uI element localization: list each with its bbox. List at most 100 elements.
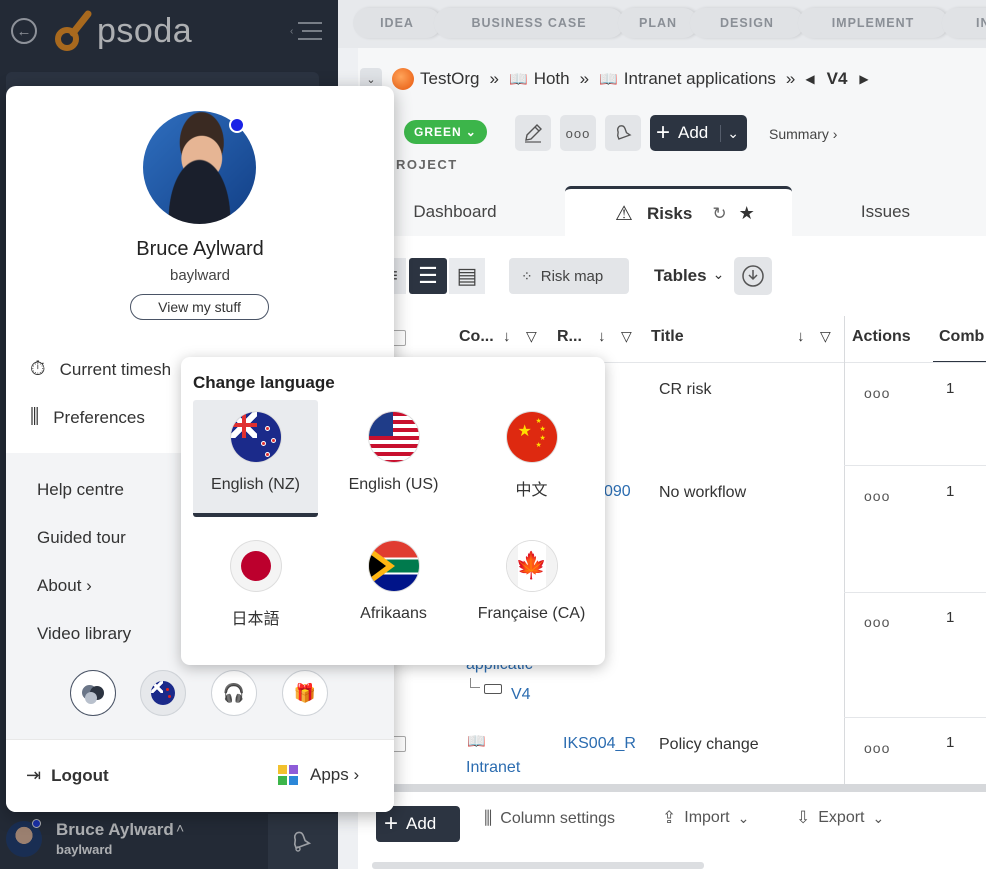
- nz-flag-icon: [230, 412, 281, 462]
- menu-current-timesheet[interactable]: ⏱ Current timesh: [30, 358, 171, 381]
- row2-title[interactable]: No workflow: [659, 484, 746, 502]
- breadcrumb-separator: »: [489, 69, 499, 88]
- about-link[interactable]: About ›: [37, 576, 92, 596]
- row3-comb: 1: [946, 609, 955, 626]
- download-button[interactable]: [734, 257, 772, 295]
- risk-map-label: Risk map: [540, 267, 604, 285]
- header-actions: Actions: [852, 328, 911, 345]
- sort-code-icon[interactable]: ↓: [503, 328, 511, 345]
- row1-actions-icon[interactable]: ooo: [864, 385, 890, 401]
- headset-icon: 🎧: [222, 682, 246, 703]
- apps-grid-icon: [278, 765, 298, 785]
- prev-version-icon[interactable]: ◀: [805, 72, 814, 86]
- row2-ref[interactable]: 090: [604, 483, 631, 501]
- filter-title-icon[interactable]: ▽: [820, 328, 831, 345]
- row4-actions-icon[interactable]: ooo: [864, 740, 890, 756]
- notify-button[interactable]: [605, 115, 641, 151]
- plus-icon: +: [656, 119, 671, 146]
- row3-version[interactable]: V4: [511, 686, 531, 704]
- language-label-ja: 日本語: [231, 611, 280, 628]
- star-icon[interactable]: ★: [739, 203, 755, 224]
- tables-dropdown[interactable]: Tables ⌄: [654, 266, 724, 286]
- import-button[interactable]: ⇪ Import ⌄: [662, 808, 749, 828]
- version-icon: [484, 684, 502, 694]
- row4-ref[interactable]: IKS004_R: [563, 735, 636, 753]
- gift-icon: 🎁: [293, 682, 317, 703]
- stage-design[interactable]: DESIGN: [690, 8, 804, 38]
- stage-plan[interactable]: PLAN: [618, 8, 698, 38]
- tab-risks[interactable]: ⚠ Risks ↻ ★: [565, 186, 792, 238]
- language-option-af[interactable]: Afrikaans: [331, 529, 456, 646]
- row4-code-link[interactable]: Intranet: [466, 759, 520, 777]
- breadcrumb-intranet[interactable]: Intranet applications: [624, 69, 776, 89]
- more-button[interactable]: ooo: [560, 115, 596, 151]
- menu-preferences[interactable]: ⫼ Preferences: [30, 406, 145, 429]
- import-label: Import: [684, 809, 730, 826]
- filter-ref-icon[interactable]: ▽: [621, 328, 632, 345]
- header-comb[interactable]: Comb: [939, 328, 984, 346]
- language-label-fr-ca: Française (CA): [477, 605, 586, 622]
- edit-button[interactable]: [515, 115, 551, 151]
- logout-button[interactable]: ⇥ Logout: [26, 765, 109, 786]
- video-library-link[interactable]: Video library: [37, 624, 131, 644]
- summary-link[interactable]: Summary ›: [769, 126, 837, 142]
- stage-implement[interactable]: IMPLEMENT: [798, 8, 948, 38]
- help-centre-link[interactable]: Help centre: [37, 480, 124, 500]
- language-button[interactable]: [140, 670, 186, 716]
- stage-idea[interactable]: IDEA: [353, 8, 441, 38]
- theme-button[interactable]: [70, 670, 116, 716]
- book-icon: 📖: [467, 733, 486, 750]
- view-list-medium[interactable]: ☰: [409, 258, 447, 294]
- export-button[interactable]: ⇩ Export ⌄: [796, 808, 884, 828]
- row2-actions-icon[interactable]: ooo: [864, 488, 890, 504]
- menu-preferences-label: Preferences: [53, 407, 145, 427]
- row1-title[interactable]: CR risk: [659, 381, 711, 399]
- stage-bar: IDEA BUSINESS CASE PLAN DESIGN IMPLEMENT…: [338, 0, 986, 48]
- status-label: GREEN: [414, 125, 462, 139]
- language-option-en-us[interactable]: English (US): [331, 400, 456, 517]
- row2-comb: 1: [946, 483, 955, 500]
- tab-risks-label: Risks: [646, 203, 693, 223]
- breadcrumb-separator: »: [785, 69, 796, 88]
- sort-ref-icon[interactable]: ↓: [598, 328, 606, 345]
- header-title[interactable]: Title: [651, 328, 684, 346]
- org-icon: [392, 68, 414, 90]
- sort-title-icon[interactable]: ↓: [797, 328, 805, 345]
- language-option-fr-ca[interactable]: 🍁 Française (CA): [469, 529, 594, 646]
- header-ref[interactable]: R...: [557, 328, 582, 346]
- language-option-en-nz[interactable]: English (NZ): [193, 400, 318, 517]
- language-option-zh[interactable]: ★ ★ ★ ★ ★ 中文: [469, 400, 594, 517]
- filter-code-icon[interactable]: ▽: [526, 328, 537, 345]
- column-settings-button[interactable]: ⫼ Column settings: [484, 808, 615, 829]
- project-label: ROJECT: [396, 157, 458, 172]
- status-badge[interactable]: GREEN ⌄: [404, 120, 487, 144]
- breadcrumb-hoth[interactable]: Hoth: [534, 69, 570, 89]
- refresh-icon[interactable]: ↻: [712, 204, 726, 224]
- next-version-icon[interactable]: ▶: [859, 72, 868, 86]
- horizontal-scrollbar[interactable]: [378, 784, 986, 792]
- guided-tour-link[interactable]: Guided tour: [37, 528, 126, 548]
- breadcrumb-version[interactable]: V4: [827, 69, 848, 89]
- gift-button[interactable]: 🎁: [282, 670, 328, 716]
- support-button[interactable]: 🎧: [211, 670, 257, 716]
- tab-issues[interactable]: Issues: [818, 188, 953, 236]
- tables-label: Tables: [654, 266, 707, 285]
- row4-title[interactable]: Policy change: [659, 736, 759, 754]
- breadcrumb-org[interactable]: TestOrg: [420, 69, 480, 89]
- header-code[interactable]: Co...: [459, 328, 494, 346]
- add-button[interactable]: + Add ⌄: [650, 115, 747, 151]
- add-button-label: Add: [678, 123, 709, 142]
- view-my-stuff-button[interactable]: View my stuff: [130, 294, 269, 320]
- view-list-dense[interactable]: ▤: [449, 258, 485, 294]
- tab-dashboard[interactable]: Dashboard: [378, 188, 532, 236]
- china-flag-icon: ★ ★ ★ ★ ★: [506, 412, 557, 462]
- row-divider: [844, 592, 986, 593]
- plus-icon: +: [384, 810, 399, 837]
- risk-map-button[interactable]: ⁘ Risk map: [509, 258, 629, 294]
- stage-business-case[interactable]: BUSINESS CASE: [434, 8, 624, 38]
- risk-map-icon: ⁘: [521, 267, 533, 284]
- stage-more[interactable]: IN: [942, 8, 986, 38]
- apps-button[interactable]: Apps ›: [278, 765, 359, 785]
- language-option-ja[interactable]: 日本語: [193, 529, 318, 646]
- row3-actions-icon[interactable]: ooo: [864, 614, 890, 630]
